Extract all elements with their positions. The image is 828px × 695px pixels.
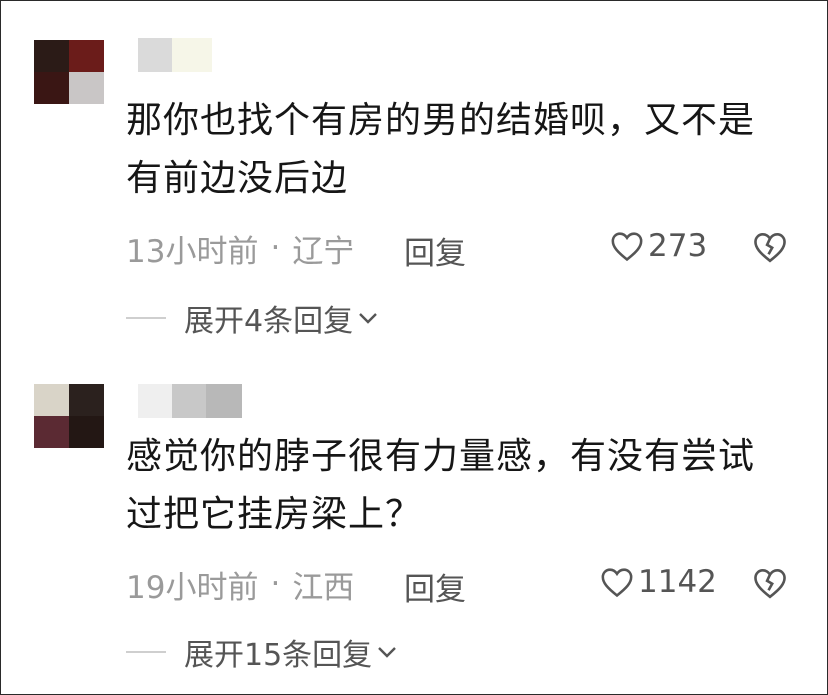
- comment-text: 感觉你的脖子很有力量感，有没有尝试过把它挂房梁上？: [126, 436, 756, 535]
- reply-button[interactable]: 回复: [404, 564, 466, 609]
- broken-heart-icon: [754, 569, 786, 599]
- broken-heart-icon: [754, 233, 786, 263]
- like-button[interactable]: 1142: [600, 564, 717, 600]
- like-count: 273: [648, 228, 708, 264]
- comment-location: 江西: [292, 569, 355, 606]
- comment-time: 19小时前: [126, 569, 259, 606]
- chevron-down-icon: [378, 647, 397, 658]
- comment-location: 辽宁: [292, 233, 355, 270]
- username-blurred[interactable]: [138, 384, 242, 418]
- meta-separator: ·: [270, 566, 281, 602]
- divider-line: [126, 651, 166, 653]
- expand-replies-label: 展开4条回复: [184, 304, 354, 339]
- avatar[interactable]: [34, 384, 104, 448]
- like-count: 1142: [638, 564, 717, 600]
- divider-line: [126, 317, 166, 319]
- heart-outline-icon: [611, 232, 643, 262]
- heart-outline-icon: [601, 568, 633, 598]
- comment-time: 13小时前: [126, 233, 259, 270]
- chevron-down-icon: [359, 313, 377, 324]
- expand-replies-button[interactable]: 展开4条回复: [126, 296, 379, 340]
- like-button[interactable]: 273: [610, 228, 707, 264]
- reply-button[interactable]: 回复: [404, 228, 466, 273]
- comment-text: 那你也找个有房的男的结婚呗，又不是有前边没后边: [126, 100, 756, 199]
- dislike-button[interactable]: [752, 567, 788, 603]
- dislike-button[interactable]: [752, 231, 788, 267]
- expand-replies-label: 展开15条回复: [184, 638, 373, 673]
- username-blurred[interactable]: [138, 38, 212, 72]
- avatar[interactable]: [34, 40, 104, 104]
- meta-separator: ·: [270, 230, 281, 266]
- expand-replies-button[interactable]: 展开15条回复: [126, 630, 398, 674]
